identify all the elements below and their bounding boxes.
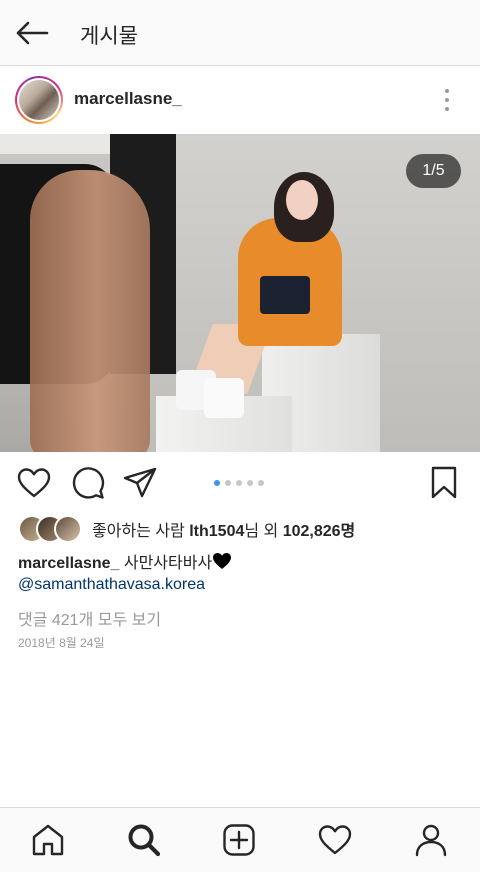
activity-heart-icon[interactable]: [317, 822, 353, 858]
more-options-icon[interactable]: [436, 85, 458, 115]
likes-text: 좋아하는 사람 lth1504님 외 102,826명: [92, 517, 355, 541]
carousel-dot: [225, 480, 231, 486]
carousel-dot: [214, 480, 220, 486]
view-all-comments-link[interactable]: 댓글 421개 모두 보기: [18, 606, 161, 630]
carousel-indicator: [214, 480, 264, 486]
likes-prefix: 좋아하는 사람: [92, 523, 185, 540]
post-username[interactable]: marcellasne_: [74, 89, 182, 109]
post-actions: [0, 452, 480, 512]
profile-icon[interactable]: [413, 822, 449, 858]
likes-connector: 님 외: [244, 523, 279, 540]
liker-avatar: [54, 515, 82, 543]
carousel-dot: [236, 480, 242, 486]
likes-suffix: 명: [340, 523, 356, 540]
search-icon[interactable]: [126, 822, 162, 858]
liker-avatars: [18, 515, 84, 543]
carousel-dot: [258, 480, 264, 486]
top-bar: 게시물: [0, 0, 480, 66]
carousel-dot: [247, 480, 253, 486]
likes-summary[interactable]: 좋아하는 사람 lth1504님 외 102,826명: [18, 515, 355, 543]
caption-text: 사만사타바사: [123, 555, 213, 572]
liker-username[interactable]: lth1504: [189, 523, 244, 540]
post-photo[interactable]: 1/5: [0, 134, 480, 452]
bookmark-icon[interactable]: [426, 465, 462, 501]
likes-count[interactable]: 102,826: [283, 523, 341, 540]
page-title: 게시물: [80, 25, 138, 48]
comment-icon[interactable]: [70, 465, 106, 501]
avatar[interactable]: [15, 76, 63, 124]
post-header: marcellasne_: [0, 67, 480, 133]
back-arrow-icon[interactable]: [12, 16, 52, 50]
mention-link[interactable]: @samanthathavasa.korea: [18, 576, 205, 594]
post-date: 2018년 8월 24일: [18, 636, 105, 650]
black-heart-icon: [212, 552, 232, 575]
caption-username[interactable]: marcellasne_: [18, 555, 119, 572]
bottom-nav: [0, 807, 480, 872]
add-post-icon[interactable]: [221, 822, 257, 858]
home-icon[interactable]: [30, 822, 66, 858]
post-caption: marcellasne_ 사만사타바사: [18, 549, 232, 575]
image-counter-badge: 1/5: [406, 154, 461, 188]
heart-icon[interactable]: [16, 465, 52, 501]
share-icon[interactable]: [122, 465, 158, 501]
